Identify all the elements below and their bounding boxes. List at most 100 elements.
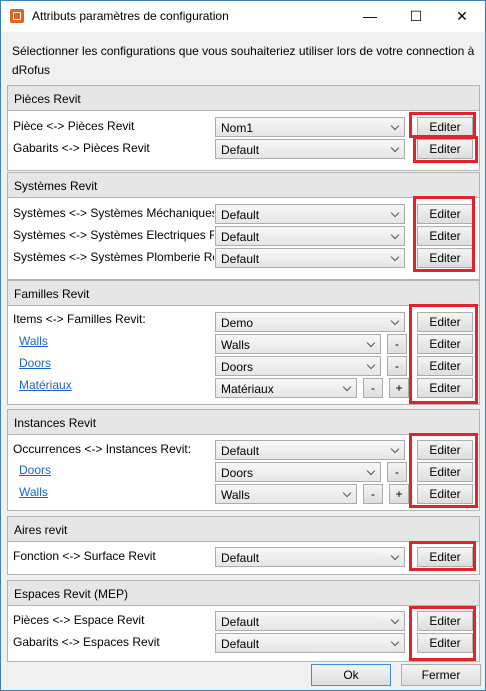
materiaux-select[interactable]: Matériaux xyxy=(215,378,357,398)
select-value: Default xyxy=(221,252,260,266)
chevron-down-icon xyxy=(390,143,400,153)
select-value: Walls xyxy=(221,488,250,502)
app-icon xyxy=(10,9,24,23)
minimize-button[interactable]: — xyxy=(347,1,393,32)
intro-text: Sélectionner les configurations que vous… xyxy=(12,44,475,77)
config-select[interactable]: Default xyxy=(215,633,405,653)
group-header: Pièces Revit xyxy=(8,86,479,111)
edit-button[interactable]: Editer xyxy=(417,440,473,460)
row-label: Items <-> Familles Revit: xyxy=(13,312,146,326)
chevron-down-icon xyxy=(390,230,400,240)
group-systemes-revit: Systèmes Revit Systèmes <-> Systèmes Méc… xyxy=(7,172,480,280)
config-select[interactable]: Default xyxy=(215,226,405,246)
remove-button[interactable]: - xyxy=(387,462,407,482)
chevron-down-icon xyxy=(390,551,400,561)
remove-button[interactable]: - xyxy=(363,378,383,398)
add-button[interactable]: + xyxy=(389,378,409,398)
row-label: Pièce <-> Pièces Revit xyxy=(13,119,135,133)
group-pieces-revit: Pièces Revit Pièce <-> Pièces Revit Nom1… xyxy=(7,85,480,171)
chevron-down-icon xyxy=(366,466,376,476)
edit-button[interactable]: Editer xyxy=(417,356,473,376)
group-header: Espaces Revit (MEP) xyxy=(8,581,479,606)
window-title: Attributs paramètres de configuration xyxy=(32,9,229,23)
walls-select[interactable]: Walls xyxy=(215,484,357,504)
config-select[interactable]: Default xyxy=(215,139,405,159)
group-header: Familles Revit xyxy=(8,281,479,306)
edit-button[interactable]: Editer xyxy=(417,633,473,653)
doors-link[interactable]: Doors xyxy=(19,463,51,477)
chevron-down-icon xyxy=(342,382,352,392)
edit-button[interactable]: Editer xyxy=(417,484,473,504)
select-value: Default xyxy=(221,444,260,458)
config-select[interactable]: Default xyxy=(215,611,405,631)
ok-button[interactable]: Ok xyxy=(311,664,391,686)
remove-button[interactable]: - xyxy=(363,484,383,504)
group-title: Espaces Revit (MEP) xyxy=(14,587,129,601)
config-select[interactable]: Default xyxy=(215,204,405,224)
remove-button[interactable]: - xyxy=(387,334,407,354)
edit-button[interactable]: Editer xyxy=(417,312,473,332)
select-value: Default xyxy=(221,615,260,629)
chevron-down-icon xyxy=(366,338,376,348)
edit-button[interactable]: Editer xyxy=(417,226,473,246)
maximize-button[interactable]: ☐ xyxy=(393,1,439,32)
group-header: Aires revit xyxy=(8,517,479,542)
edit-button[interactable]: Editer xyxy=(417,248,473,268)
edit-button[interactable]: Editer xyxy=(417,547,473,567)
dialog-window: Attributs paramètres de configuration — … xyxy=(0,0,486,691)
remove-button[interactable]: - xyxy=(387,356,407,376)
config-select[interactable]: Default xyxy=(215,248,405,268)
row-label: Pièces <-> Espace Revit xyxy=(13,613,145,627)
group-title: Familles Revit xyxy=(14,287,90,301)
chevron-down-icon xyxy=(390,208,400,218)
select-value: Demo xyxy=(221,316,254,330)
group-header: Systèmes Revit xyxy=(8,173,479,198)
chevron-down-icon xyxy=(366,360,376,370)
chevron-down-icon xyxy=(390,444,400,454)
doors-select[interactable]: Doors xyxy=(215,356,381,376)
walls-link[interactable]: Walls xyxy=(19,485,48,499)
edit-button[interactable]: Editer xyxy=(417,139,473,159)
row-label: Gabarits <-> Pièces Revit xyxy=(13,141,150,155)
group-title: Pièces Revit xyxy=(14,92,81,106)
row-label: Fonction <-> Surface Revit xyxy=(13,549,156,563)
title-bar: Attributs paramètres de configuration — … xyxy=(1,1,485,32)
group-title: Instances Revit xyxy=(14,416,97,430)
select-value: Nom1 xyxy=(221,121,254,135)
close-button[interactable]: ✕ xyxy=(439,1,485,32)
doors-link[interactable]: Doors xyxy=(19,356,51,370)
edit-button[interactable]: Editer xyxy=(417,611,473,631)
chevron-down-icon xyxy=(390,121,400,131)
chevron-down-icon xyxy=(390,615,400,625)
edit-button[interactable]: Editer xyxy=(417,334,473,354)
close-dialog-button[interactable]: Fermer xyxy=(401,664,481,686)
add-button[interactable]: + xyxy=(389,484,409,504)
edit-button[interactable]: Editer xyxy=(417,204,473,224)
chevron-down-icon xyxy=(390,637,400,647)
config-select[interactable]: Default xyxy=(215,440,405,460)
walls-link[interactable]: Walls xyxy=(19,334,48,348)
walls-select[interactable]: Walls xyxy=(215,334,381,354)
chevron-down-icon xyxy=(390,316,400,326)
materiaux-link[interactable]: Matériaux xyxy=(19,378,72,392)
edit-button[interactable]: Editer xyxy=(417,117,473,137)
group-header: Instances Revit xyxy=(8,410,479,435)
edit-button[interactable]: Editer xyxy=(417,378,473,398)
group-espaces-revit: Espaces Revit (MEP) Pièces <-> Espace Re… xyxy=(7,580,480,662)
row-label: Systèmes <-> Systèmes Méchaniques Revit xyxy=(13,206,214,220)
doors-select[interactable]: Doors xyxy=(215,462,381,482)
select-value: Walls xyxy=(221,338,250,352)
select-value: Default xyxy=(221,208,260,222)
select-value: Doors xyxy=(221,360,254,374)
select-value: Default xyxy=(221,143,260,157)
config-select[interactable]: Nom1 xyxy=(215,117,405,137)
edit-button[interactable]: Editer xyxy=(417,462,473,482)
config-select[interactable]: Demo xyxy=(215,312,405,332)
select-value: Default xyxy=(221,230,260,244)
group-instances-revit: Instances Revit Occurrences <-> Instance… xyxy=(7,409,480,511)
group-title: Aires revit xyxy=(14,523,68,537)
chevron-down-icon xyxy=(342,488,352,498)
config-select[interactable]: Default xyxy=(215,547,405,567)
row-label: Systèmes <-> Systèmes Electriques Revit xyxy=(13,228,214,242)
chevron-down-icon xyxy=(390,252,400,262)
